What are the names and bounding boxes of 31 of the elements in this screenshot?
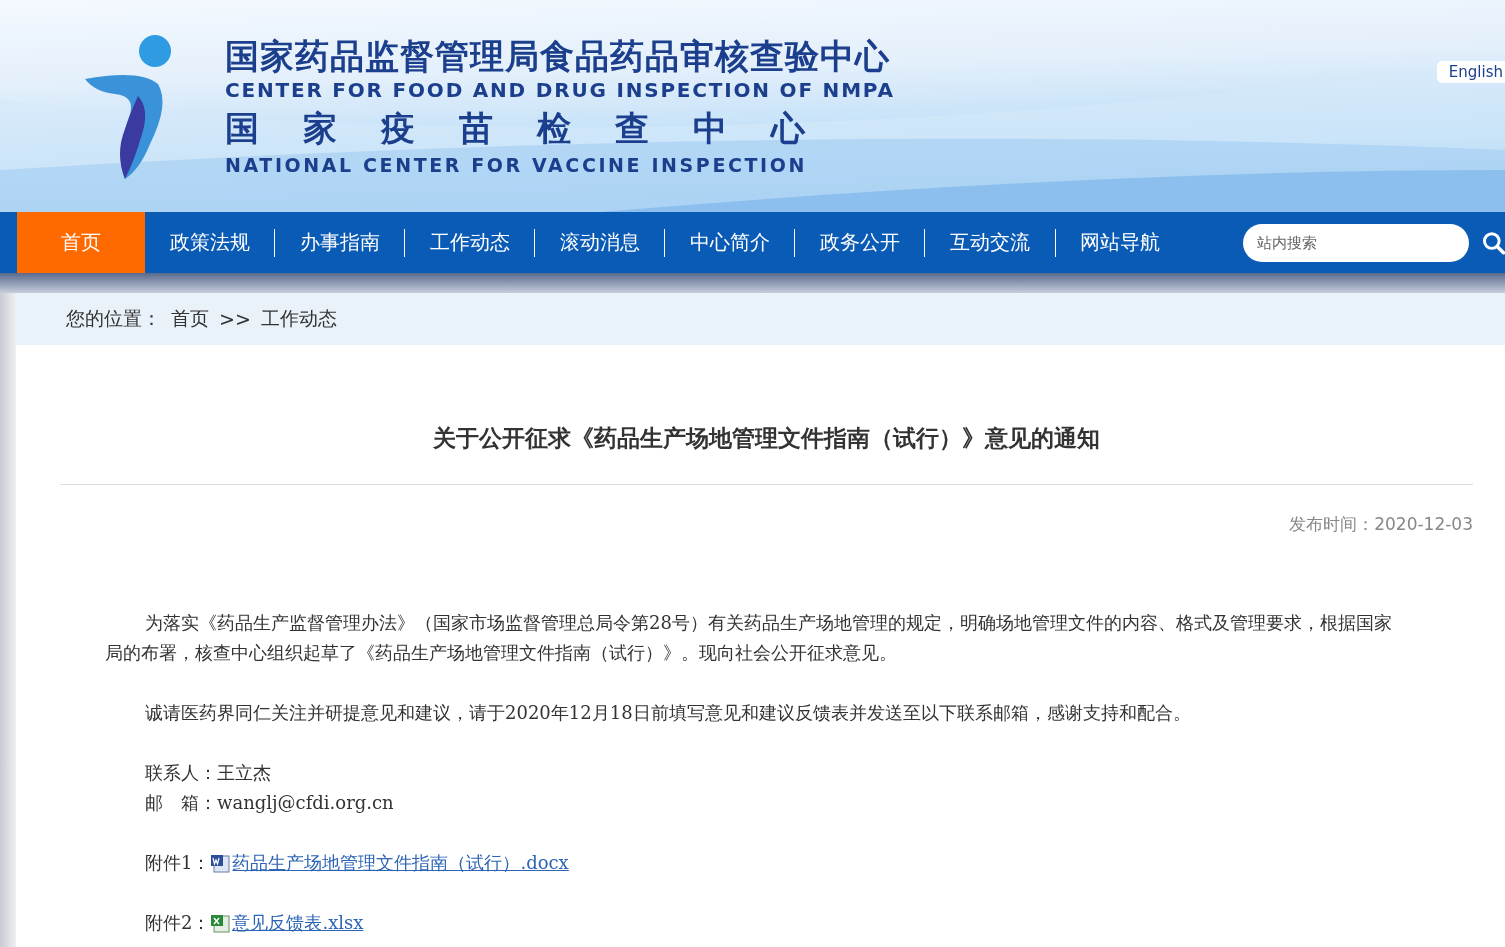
article-title: 关于公开征求《药品生产场地管理文件指南（试行）》意见的通知 — [60, 345, 1473, 485]
nav-tab[interactable]: 中心简介 — [665, 212, 795, 273]
vaccine-center-name: 国家疫苗检查中心 — [225, 107, 850, 150]
document-icon — [210, 853, 231, 873]
contact-line: 邮 箱：wanglj@cfdi.org.cn — [144, 791, 395, 815]
center-name-english: CENTER FOR FOOD AND DRUG INSPECTION OF NMPA — [225, 77, 895, 103]
breadcrumb-link[interactable]: 工作动态 — [260, 306, 337, 332]
spreadsheet-icon — [210, 913, 231, 933]
attachment-label: 附件2： — [145, 911, 211, 935]
search-field[interactable]: 站内搜索 — [1242, 223, 1469, 262]
publish-date: 发布时间：2020-12-03 — [1288, 513, 1473, 536]
article-paragraph: 诚请医药界同仁关注并研提意见和建议，请于2020年12月18日前填写意见和建议反馈表并发送至以下联系邮箱，感谢支持和配合。 — [144, 701, 1192, 725]
nav-tab[interactable]: 网站导航 — [1055, 212, 1185, 273]
nav-tab[interactable]: 工作动态 — [405, 212, 535, 273]
breadcrumb-separator: >> — [219, 308, 251, 330]
nav-tab[interactable]: 办事指南 — [275, 212, 405, 273]
attachment-link[interactable]: 药品生产场地管理文件指南（试行）.docx — [232, 848, 569, 878]
nav-tab[interactable]: 政策法规 — [145, 212, 275, 273]
breadcrumb-link[interactable]: 首页 — [171, 306, 209, 332]
center-name: 国家药品监督管理局食品药品审核查验中心 — [225, 35, 891, 77]
contact-line: 联系人：王立杰 — [144, 761, 272, 785]
article-paragraph: 为落实《药品生产监督管理办法》（国家市场监督管理总局令第28号）有关药品生产场地管理的规定，明确场地管理文件的内容、格式及管理要求，根据国家局的布署，核查中心组织起草了《药品生产场地管理文件指南（试行）》。现向社会公开征求意见。 — [105, 611, 1393, 665]
nav-tab[interactable]: 政务公开 — [795, 212, 925, 273]
nav-tab[interactable]: 互动交流 — [925, 212, 1055, 273]
search-icon[interactable] — [1481, 230, 1505, 255]
nav-tab[interactable]: 滚动消息 — [535, 212, 665, 273]
language-link[interactable]: English — [1436, 61, 1505, 83]
breadcrumb-label: 您的位置： — [66, 306, 161, 331]
vaccine-center-name-english: NATIONAL CENTER FOR VACCINE INSPECTION — [225, 153, 808, 177]
attachment-label: 附件1： — [145, 851, 211, 875]
attachment-link[interactable]: 意见反馈表.xlsx — [232, 908, 364, 938]
